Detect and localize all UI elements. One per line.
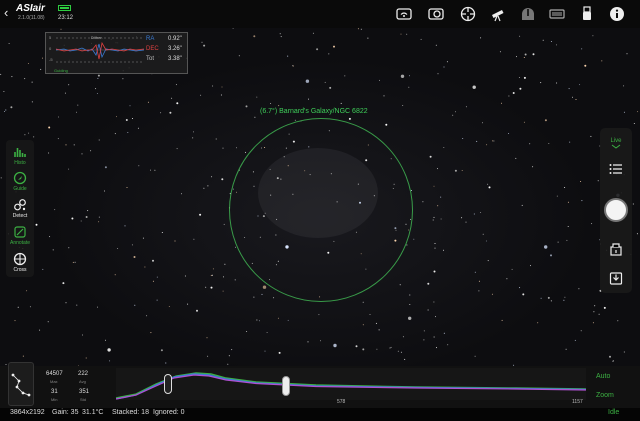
- stack-button[interactable]: [600, 242, 632, 256]
- focuser-icon[interactable]: [549, 6, 565, 22]
- guide-icon: [13, 171, 27, 185]
- stat-max-value: 64507: [46, 371, 63, 377]
- crosshair-icon: [13, 252, 27, 266]
- guide-y-top: 5: [49, 35, 52, 40]
- tool-guide[interactable]: Guide: [6, 171, 34, 192]
- stat-std-label: Std: [80, 397, 87, 402]
- tool-detect[interactable]: Detect: [6, 198, 34, 219]
- guide-y-bottom: -5: [49, 57, 53, 62]
- tool-annotate-label: Annotate: [9, 240, 31, 246]
- status-temperature: 31.1°C: [82, 409, 104, 416]
- status-resolution: 3864x2192: [10, 409, 45, 416]
- stat-avg-value: 222: [78, 371, 89, 377]
- tool-detect-label: Detect: [12, 213, 28, 219]
- status-ignored: Ignored: 0: [153, 409, 185, 416]
- app-version: 2.1.0(11.08): [18, 15, 45, 21]
- guide-tot-value: 3.38": [168, 56, 182, 62]
- status-stacked: Stacked: 18: [112, 409, 149, 416]
- annotate-icon: [14, 226, 26, 238]
- list-button[interactable]: [600, 162, 632, 176]
- shutter-button[interactable]: [600, 198, 632, 222]
- back-icon[interactable]: ‹: [4, 5, 8, 20]
- histogram-zoom-button[interactable]: Zoom: [596, 392, 614, 399]
- status-gain: Gain: 35: [52, 409, 79, 416]
- top-bar: ‹ ASIair 2.1.0(11.08) 23:12: [0, 0, 640, 28]
- histogram-curves: [115, 372, 587, 400]
- histogram-auto-button[interactable]: Auto: [596, 373, 610, 380]
- polar-align-button[interactable]: [8, 362, 34, 406]
- histogram-white-point-handle[interactable]: [282, 376, 290, 396]
- guide-trace: [56, 37, 144, 63]
- stack-icon: [610, 243, 622, 256]
- battery-icon: [58, 5, 71, 11]
- wifi-icon[interactable]: [396, 6, 412, 22]
- stat-min-value: 31: [51, 389, 58, 395]
- tool-cross-label: Cross: [13, 267, 27, 273]
- clock: 23:12: [58, 15, 74, 21]
- guide-dec-label: DEC: [146, 46, 159, 52]
- app-name: ASIair: [16, 3, 45, 14]
- tool-guide-label: Guide: [13, 186, 27, 192]
- guide-graph-panel[interactable]: 5 0 -5 Dither RA 0.92" DEC 3.26" Tot 3.3…: [45, 32, 188, 74]
- chevron-down-icon: [611, 144, 621, 149]
- right-toolbar: Live: [600, 128, 632, 293]
- stat-max-label: Max: [50, 379, 58, 384]
- tool-histo-label: Histo: [14, 160, 26, 166]
- mode-selector[interactable]: Live: [600, 138, 632, 149]
- save-button[interactable]: [600, 271, 632, 285]
- histogram-axis-end: 1157: [572, 399, 583, 405]
- guide-dec-value: 3.26": [168, 46, 182, 52]
- histogram-axis-mid: 578: [337, 399, 346, 405]
- tool-histo[interactable]: Histo: [6, 145, 34, 166]
- camera-icon[interactable]: [428, 6, 444, 22]
- guide-y-mid: 0: [49, 46, 52, 51]
- shutter-icon: [604, 198, 628, 222]
- stat-std-value: 351: [79, 389, 90, 395]
- detect-icon: [14, 199, 26, 211]
- usb-icon[interactable]: [579, 6, 595, 22]
- histogram-black-point-handle[interactable]: [164, 374, 172, 394]
- tool-cross[interactable]: Cross: [6, 252, 34, 273]
- guide-ra-value: 0.92": [168, 36, 182, 42]
- info-icon[interactable]: [609, 6, 625, 22]
- save-icon: [609, 272, 623, 285]
- telescope-icon[interactable]: [490, 6, 506, 22]
- list-icon: [609, 164, 622, 174]
- guide-status: Guiding: [54, 68, 68, 73]
- object-annotation-circle: [229, 118, 413, 302]
- guide-tot-label: Tot: [146, 56, 155, 62]
- histogram-icon: [14, 148, 26, 157]
- mount-icon[interactable]: [460, 6, 476, 22]
- guide-ra-label: RA: [146, 36, 155, 42]
- tool-annotate[interactable]: Annotate: [6, 225, 34, 246]
- constellation-icon: [11, 373, 31, 397]
- histogram-graph[interactable]: [115, 368, 587, 400]
- stat-min-label: Min: [51, 397, 58, 402]
- object-annotation-label: (6.7°) Barnard's Galaxy/NGC 6822: [260, 108, 368, 115]
- status-state: Idle: [608, 409, 620, 416]
- observatory-icon[interactable]: [520, 6, 536, 22]
- stat-avg-label: Avg: [79, 379, 86, 384]
- left-toolbar: Histo Guide Detect Annotate Cross: [6, 140, 34, 277]
